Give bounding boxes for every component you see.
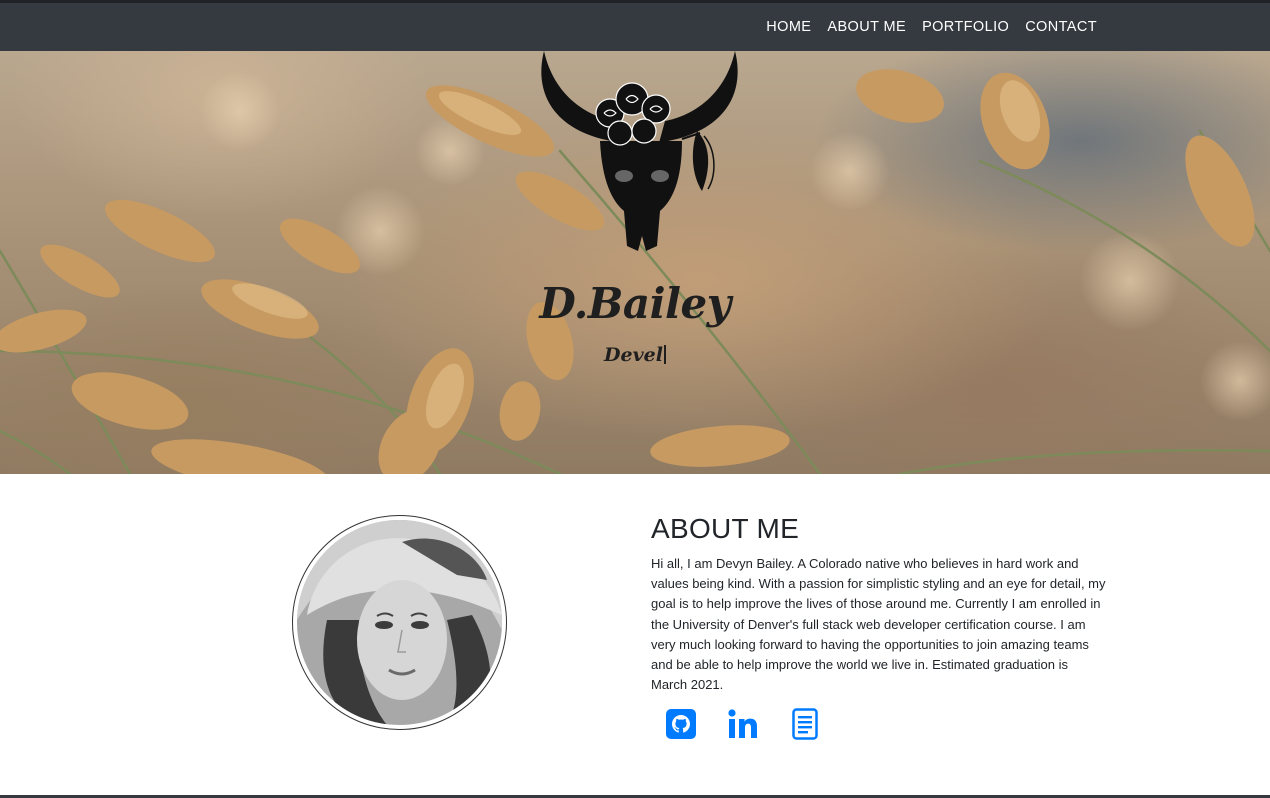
nav-links: HOME ABOUT ME PORTFOLIO CONTACT [766, 3, 1097, 51]
hero-title: D.Bailey [539, 279, 731, 328]
linkedin-link[interactable] [727, 705, 759, 743]
about-description: Hi all, I am Devyn Bailey. A Colorado na… [651, 556, 1106, 693]
profile-photo [297, 520, 502, 725]
social-links [665, 705, 821, 743]
navbar: HOME ABOUT ME PORTFOLIO CONTACT [0, 3, 1270, 51]
typed-text: Devel [604, 344, 663, 366]
resume-document-icon [792, 708, 818, 740]
resume-link[interactable] [789, 705, 821, 743]
hero-banner: D.Bailey Devel [0, 51, 1270, 474]
linkedin-icon [728, 709, 757, 738]
profile-photo-frame [292, 515, 507, 730]
nav-about-link[interactable]: ABOUT ME [827, 19, 906, 35]
about-heading: ABOUT ME [651, 513, 800, 544]
github-link[interactable] [665, 705, 697, 743]
typing-cursor [663, 345, 666, 364]
hero-typed-subtitle: Devel [0, 344, 1270, 366]
github-icon [666, 709, 696, 739]
nav-contact-link[interactable]: CONTACT [1025, 19, 1097, 35]
nav-portfolio-link[interactable]: PORTFOLIO [922, 19, 1009, 35]
nav-home-link[interactable]: HOME [766, 19, 811, 35]
bull-skull-with-flowers-icon [541, 51, 738, 251]
